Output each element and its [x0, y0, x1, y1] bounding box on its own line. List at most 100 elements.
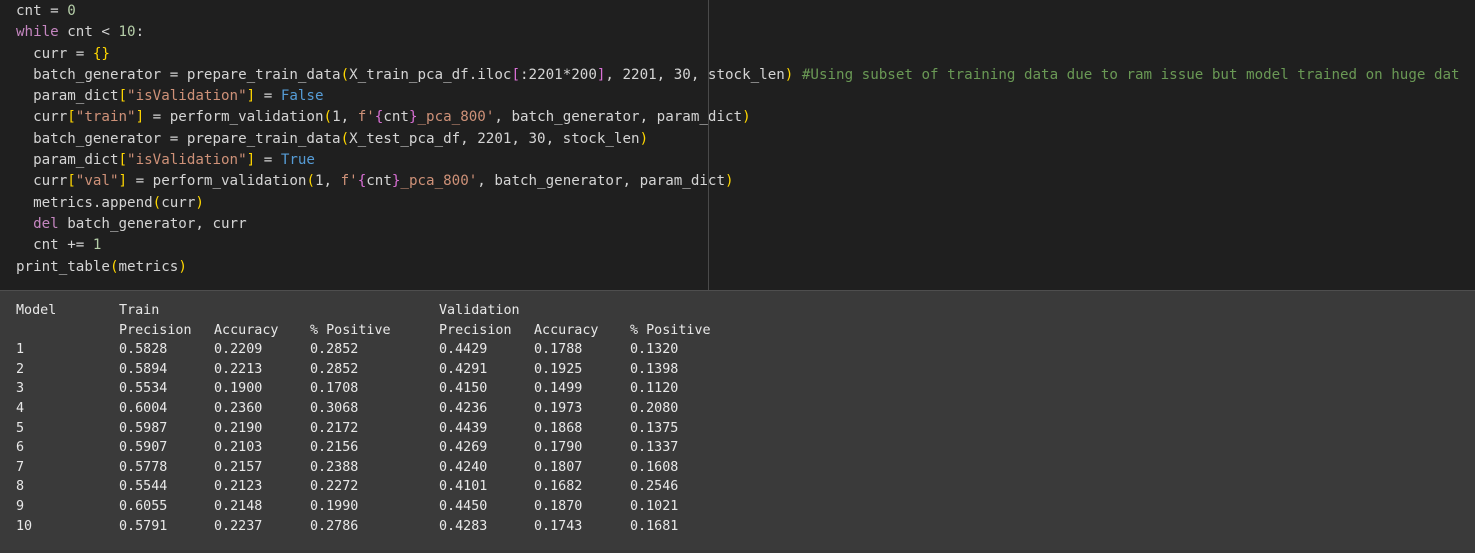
code-token: :2201*200 [519, 66, 597, 83]
code-line[interactable]: del batch_generator, curr [16, 214, 1460, 235]
code-token: ( [340, 66, 350, 83]
code-token: 1, [332, 109, 358, 126]
cell-val-accuracy: 0.1807 [534, 459, 583, 475]
code-line[interactable]: param_dict["isValidation"] = True [16, 150, 1460, 171]
code-token: 10 [118, 24, 136, 41]
code-token: ( [152, 194, 162, 211]
code-token: [ [118, 152, 128, 169]
cell-val-accuracy: 0.1868 [534, 420, 583, 436]
code-token: cnt [366, 173, 392, 190]
cell-val-precision: 0.4283 [439, 518, 488, 534]
cell-val-accuracy: 0.1743 [534, 518, 583, 534]
code-line[interactable]: curr["train"] = perform_validation(1, f'… [16, 107, 1460, 128]
cell-val-accuracy: 0.1973 [534, 400, 583, 416]
code-token: = perform_validation [144, 109, 324, 126]
code-token: print_table [16, 258, 110, 275]
cell-val-precision: 0.4240 [439, 459, 488, 475]
code-token: = [255, 152, 281, 169]
code-token: while [16, 24, 59, 41]
code-line[interactable]: curr["val"] = perform_validation(1, f'{c… [16, 171, 1460, 192]
code-editor[interactable]: cnt = 0 while cnt < 10: curr = {} batch_g… [16, 1, 1460, 278]
cell-val-positive: 0.1375 [630, 420, 679, 436]
cell-val-positive: 0.1608 [630, 459, 679, 475]
code-line[interactable]: while cnt < 10: [16, 22, 1460, 43]
code-token: { [357, 173, 367, 190]
code-token: ] [246, 88, 256, 105]
code-token: cnt = [16, 3, 68, 19]
code-token: ( [306, 173, 315, 190]
cell-train-accuracy: 0.2148 [214, 498, 263, 514]
header-val-accuracy: Accuracy [534, 322, 599, 338]
cell-train-accuracy: 0.2360 [214, 400, 263, 416]
cell-train-positive: 0.1708 [310, 381, 359, 397]
code-line[interactable]: batch_generator = prepare_train_data(X_t… [16, 129, 1460, 150]
table-row: 9 0.6055 0.2148 0.1990 0.4450 0.1870 0.1021 [16, 497, 730, 517]
code-line[interactable]: metrics.append(curr) [16, 193, 1460, 214]
cell-val-accuracy: 0.1682 [534, 479, 583, 495]
header-model: Model [16, 303, 57, 318]
cell-output: Model Train Validation Precision Accurac… [0, 291, 1475, 553]
cell-train-positive: 0.2786 [310, 518, 359, 534]
code-token: cnt [383, 109, 409, 126]
cell-val-precision: 0.4291 [439, 361, 488, 377]
cell-val-accuracy: 0.1870 [534, 498, 583, 514]
code-token: #Using subset of training data due to ra… [793, 66, 1460, 83]
code-line[interactable]: print_table(metrics) [16, 257, 1460, 278]
code-token: ) [639, 130, 649, 147]
metrics-body: 1 0.5828 0.2209 0.2852 0.4429 0.1788 0.1320 2 0.… [16, 340, 730, 536]
cell-val-positive: 0.1398 [630, 361, 679, 377]
cell-val-accuracy: 0.1499 [534, 381, 583, 397]
code-token: , batch_generator, param_dict [494, 109, 743, 126]
code-token: ( [323, 109, 333, 126]
cell-val-precision: 0.4101 [439, 479, 488, 495]
code-token: ] [135, 109, 145, 126]
cell-model: 9 [16, 498, 25, 514]
cell-train-precision: 0.5987 [119, 420, 168, 436]
code-line[interactable]: cnt = 0 [16, 1, 1460, 22]
code-token: del [33, 215, 59, 232]
code-token: f' [340, 173, 358, 190]
code-line[interactable]: curr = {} [16, 44, 1460, 65]
cell-train-positive: 0.2156 [310, 440, 359, 456]
code-token: {} [92, 45, 110, 62]
table-row: 8 0.5544 0.2123 0.2272 0.4101 0.1682 0.2546 [16, 477, 730, 497]
code-token: 1 [92, 237, 102, 254]
code-token: ( [109, 258, 119, 275]
table-row: 1 0.5828 0.2209 0.2852 0.4429 0.1788 0.1320 [16, 340, 730, 360]
cell-val-precision: 0.4450 [439, 498, 488, 514]
code-line[interactable]: cnt += 1 [16, 235, 1460, 256]
cell-val-positive: 0.1681 [630, 518, 679, 534]
code-cell[interactable]: cnt = 0 while cnt < 10: curr = {} batch_g… [0, 0, 1475, 290]
cell-train-accuracy: 0.2237 [214, 518, 263, 534]
cell-train-positive: 0.2388 [310, 459, 359, 475]
cell-model: 1 [16, 342, 25, 358]
table-header-row-metrics: Precision Accuracy % Positive Precision … [16, 321, 730, 341]
table-row: 3 0.5534 0.1900 0.1708 0.4150 0.1499 0.1120 [16, 379, 730, 399]
code-token: metrics.append [16, 194, 153, 211]
code-token: ] [118, 173, 128, 190]
cell-val-precision: 0.4429 [439, 342, 488, 358]
code-token: _pca_800' [400, 173, 478, 190]
table-row: 5 0.5987 0.2190 0.2172 0.4439 0.1868 0.1375 [16, 419, 730, 439]
code-token: cnt < [58, 24, 119, 41]
table-header-row-groups: Model Train Validation [16, 301, 730, 321]
code-token: [ [511, 66, 520, 83]
code-token: 0 [67, 3, 76, 19]
code-token: "isValidation" [127, 88, 247, 105]
code-token: [ [118, 88, 128, 105]
cell-val-positive: 0.2080 [630, 400, 679, 416]
header-blank [16, 321, 119, 341]
metrics-table: Model Train Validation Precision Accurac… [16, 301, 730, 536]
cell-train-precision: 0.5907 [119, 440, 168, 456]
cell-model: 4 [16, 400, 25, 416]
code-token: batch_generator = prepare_train_data [16, 130, 341, 147]
code-token: metrics [118, 258, 179, 275]
header-train-precision: Precision [119, 322, 192, 338]
cell-val-positive: 0.1320 [630, 342, 679, 358]
header-val-precision: Precision [439, 322, 512, 338]
cell-train-accuracy: 0.2190 [214, 420, 263, 436]
code-token: = perform_validation [127, 173, 307, 190]
code-line[interactable]: batch_generator = prepare_train_data(X_t… [16, 65, 1460, 86]
code-line[interactable]: param_dict["isValidation"] = False [16, 86, 1460, 107]
header-val-positive: % Positive [630, 322, 711, 338]
